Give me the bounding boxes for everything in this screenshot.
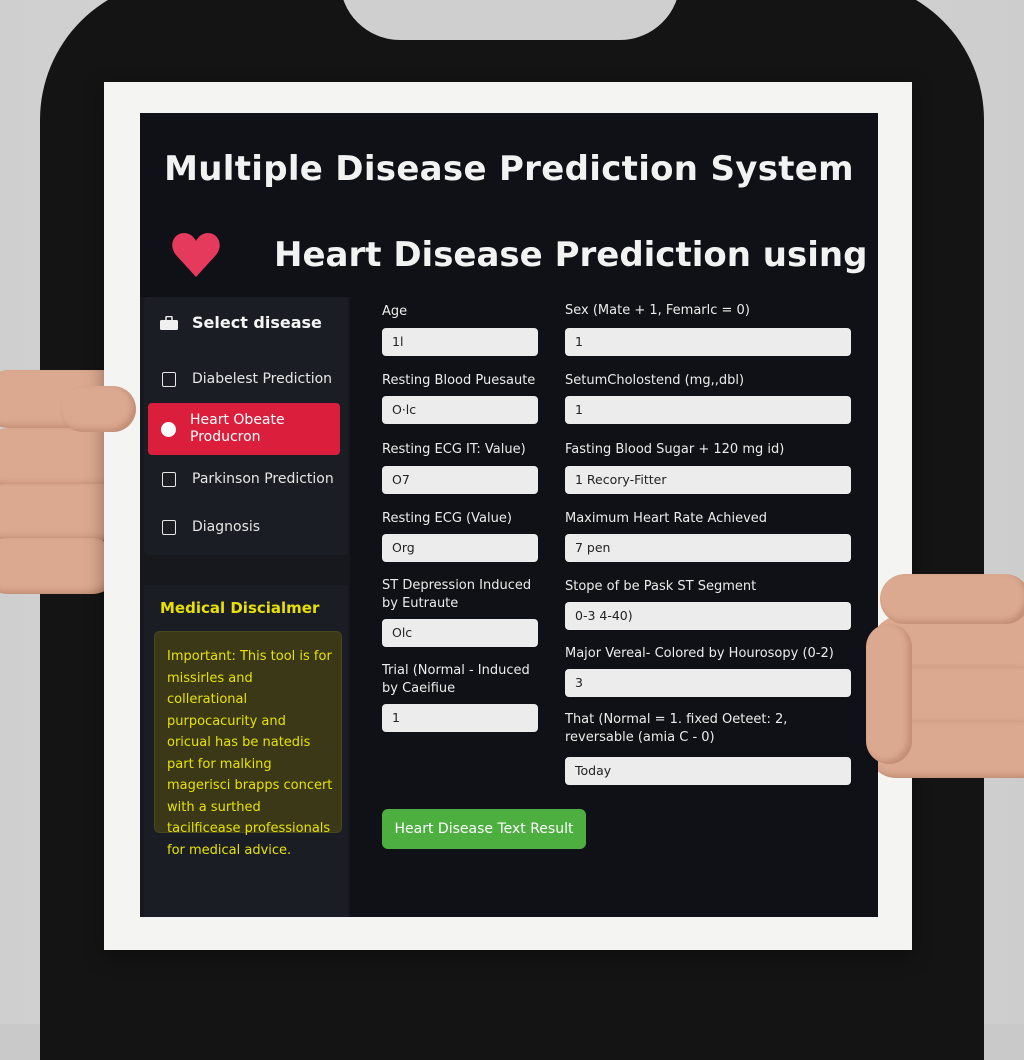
right-hand-finger — [880, 574, 1024, 624]
checkbox-icon — [162, 471, 176, 487]
checkbox-icon — [162, 371, 176, 387]
major-vessels-input[interactable]: 3 — [565, 669, 851, 697]
trial-input[interactable]: 1 — [382, 704, 538, 732]
app-screen: Multiple Disease Prediction System Heart… — [140, 113, 878, 917]
st-depression-label: ST Depression Induced by Eutraute — [382, 578, 532, 611]
briefcase-icon — [160, 315, 178, 330]
sidebar-item-heart[interactable]: Heart Obeate Producron — [148, 403, 340, 455]
sidebar-item-label: Diabelest Prediction — [192, 371, 333, 387]
disclaimer-body: Important: This tool is for missirles an… — [154, 631, 342, 858]
sidebar: Select disease Diabelest Prediction Hear… — [140, 297, 350, 917]
st-depression-input[interactable]: Olc — [382, 619, 538, 647]
cholesterol-label: SetumCholostend (mg,,dbl) — [565, 373, 745, 388]
sidebar-item-diabetes[interactable]: Diabelest Prediction — [148, 367, 340, 391]
app-title: Multiple Disease Prediction System — [164, 149, 854, 189]
page-subtitle: Heart Disease Prediction using ML — [274, 235, 878, 275]
sex-input[interactable]: 1 — [565, 328, 851, 356]
sidebar-item-diagnosis[interactable]: Diagnosis — [148, 515, 340, 539]
heart-test-result-button[interactable]: Heart Disease Text Result — [382, 809, 586, 849]
sidebar-item-label: Parkinson Prediction — [192, 471, 334, 487]
resting-ecg-it-label: Resting ECG IT: Value) — [382, 442, 526, 457]
thal-input[interactable]: Today — [565, 757, 851, 785]
age-input[interactable]: 1l — [382, 328, 538, 356]
disclaimer-panel: Medical Discialmer Important: This tool … — [144, 585, 348, 917]
sidebar-header: Select disease — [160, 313, 322, 332]
disclaimer-title: Medical Discialmer — [160, 599, 320, 617]
heart-icon — [172, 233, 220, 277]
max-heart-rate-label: Maximum Heart Rate Achieved — [565, 511, 768, 526]
sidebar-header-label: Select disease — [192, 313, 322, 332]
resting-ecg-label: Resting ECG (Value) — [382, 511, 512, 526]
major-vessels-label: Major Vereal- Colored by Hourosopy (0-2) — [565, 646, 834, 661]
cholesterol-input[interactable]: 1 — [565, 396, 851, 424]
radio-selected-icon — [161, 421, 176, 437]
sidebar-item-label: Diagnosis — [192, 519, 261, 535]
page-header: Heart Disease Prediction using ML — [170, 225, 878, 285]
st-slope-input[interactable]: 0-3 4-40) — [565, 602, 851, 630]
resting-ecg-input[interactable]: Org — [382, 534, 538, 562]
sidebar-item-label: Heart Obeate Producron — [190, 412, 285, 445]
checkbox-icon — [162, 519, 176, 535]
left-hand-finger — [0, 538, 120, 594]
sex-label: Sex (Mate + 1, Femarlc = 0) — [565, 303, 750, 318]
fasting-blood-sugar-input[interactable]: 1 Recory-Fitter — [565, 466, 851, 494]
resting-ecg-it-input[interactable]: O7 — [382, 466, 538, 494]
trial-label: Trial (Normal - Induced by Caeifiue — [382, 663, 530, 696]
right-thumb — [866, 624, 912, 764]
max-heart-rate-input[interactable]: 7 pen — [565, 534, 851, 562]
left-thumb — [60, 386, 136, 432]
sidebar-item-parkinson[interactable]: Parkinson Prediction — [148, 467, 340, 491]
fasting-blood-sugar-label: Fasting Blood Sugar + 120 mg id) — [565, 442, 785, 457]
age-label: Age — [382, 304, 408, 319]
resting-bp-input[interactable]: O·lc — [382, 396, 538, 424]
disease-menu: Select disease Diabelest Prediction Hear… — [144, 297, 348, 555]
resting-bp-label: Resting Blood Puesaute — [382, 373, 536, 388]
thal-label: That (Normal = 1. fixed Oeteet: 2, rever… — [565, 712, 788, 745]
st-slope-label: Stope of be Pask ST Segment — [565, 579, 757, 594]
disclaimer-text: Important: This tool is for missirles an… — [167, 649, 333, 858]
